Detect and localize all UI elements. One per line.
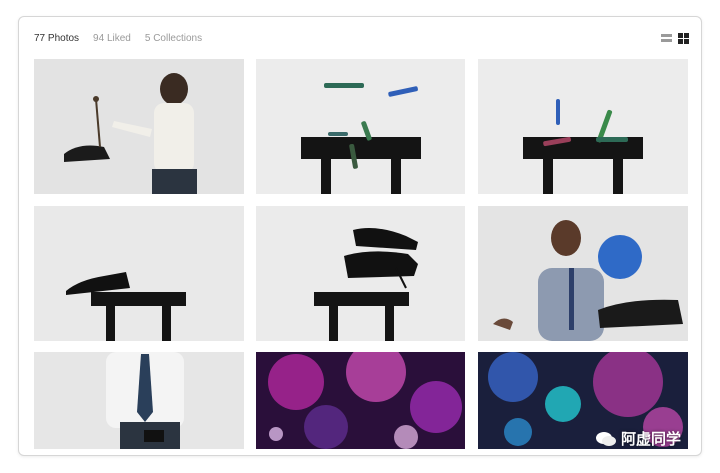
photo-image [34,352,244,449]
photo-man-blue-ball-shoe[interactable] [478,206,688,341]
photo-image [478,206,688,341]
photo-panel: 77 Photos 94 Liked 5 Collections [18,16,702,456]
profile-tabs: 77 Photos 94 Liked 5 Collections [34,33,202,44]
photo-image [256,206,465,341]
watermark-text: 阿虚同学 [621,430,682,448]
photo-image [256,59,465,194]
tab-photos[interactable]: 77 Photos [34,33,79,44]
list-view-icon[interactable] [661,33,672,44]
photo-markers-on-stool[interactable] [478,59,688,194]
watermark: 阿虚同学 [596,428,681,449]
photo-floating-shoes-stool[interactable] [256,206,465,341]
photo-image [256,352,465,449]
wechat-icon [596,431,616,446]
photo-man-holding-shoe[interactable] [34,59,244,194]
grid-view-icon[interactable] [678,33,689,44]
photo-purple-neon-abstract[interactable] [256,352,465,449]
view-toggle [661,33,689,44]
tab-liked[interactable]: 94 Liked [93,33,131,44]
photo-image [34,59,244,194]
photo-man-tie-partial[interactable] [34,352,244,449]
photo-floating-markers-stool[interactable] [256,59,465,194]
photo-image [34,206,244,341]
photo-image [478,59,688,194]
photo-shoe-on-stool[interactable] [34,206,244,341]
tab-collections[interactable]: 5 Collections [145,33,202,44]
